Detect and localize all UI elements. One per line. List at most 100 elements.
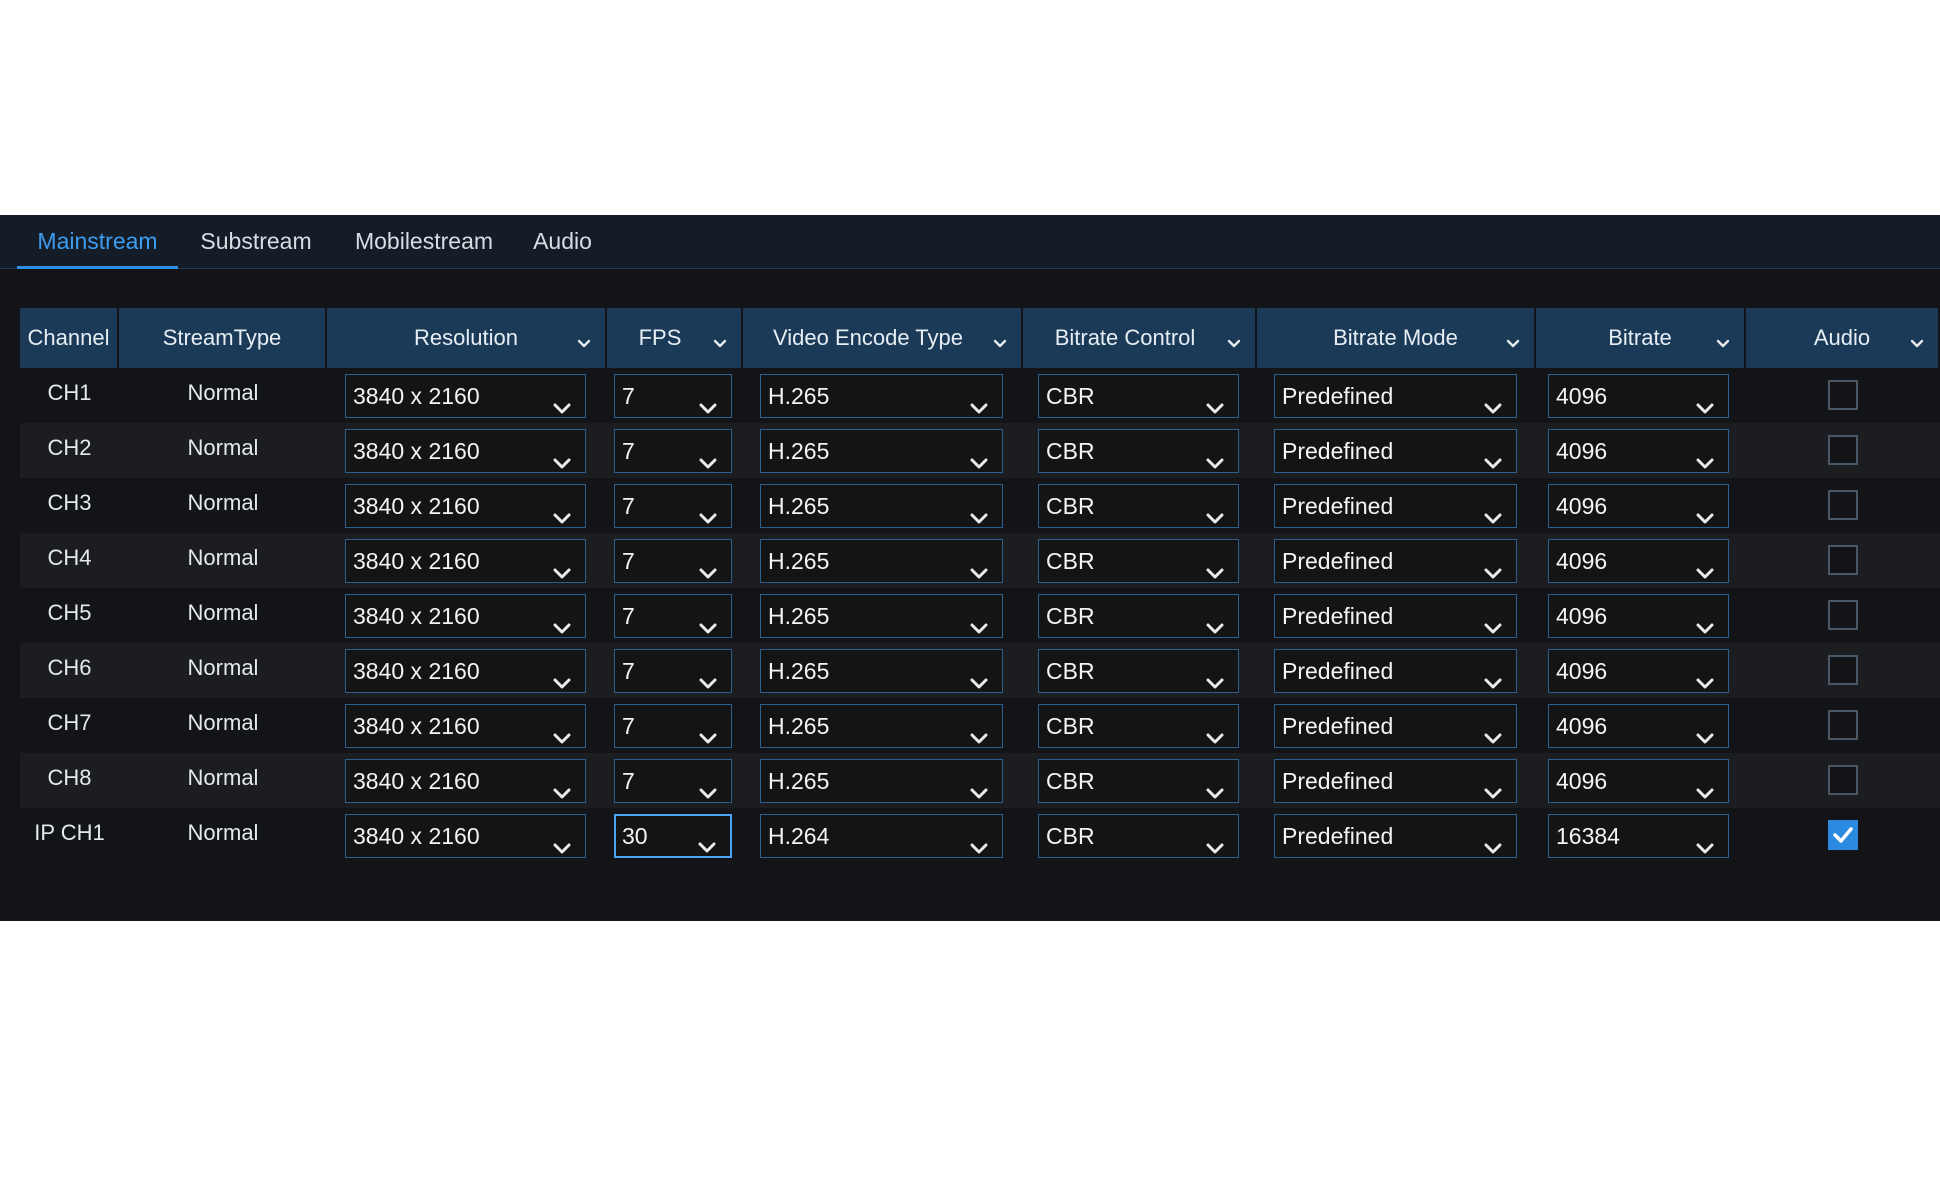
header-bitrate[interactable]: Bitrate xyxy=(1536,308,1746,368)
chevron-down-icon xyxy=(1206,828,1224,854)
header-audio[interactable]: Audio xyxy=(1746,308,1940,368)
audio-checkbox[interactable] xyxy=(1828,380,1858,410)
bitrate-mode-select[interactable]: Predefined xyxy=(1274,814,1517,858)
bitrate-control-select[interactable]: CBR xyxy=(1038,484,1239,528)
bitrate-mode-select[interactable]: Predefined xyxy=(1274,374,1517,418)
header-streamtype: StreamType xyxy=(119,308,327,368)
audio-checkbox[interactable] xyxy=(1828,490,1858,520)
bitrate-control-select[interactable]: CBR xyxy=(1038,594,1239,638)
stream-type: Normal xyxy=(187,380,259,405)
bitrate-control-select[interactable]: CBR xyxy=(1038,704,1239,748)
bitrate-select[interactable]: 4096 xyxy=(1548,484,1729,528)
bitrate-mode-select[interactable]: Predefined xyxy=(1274,539,1517,583)
chevron-down-icon[interactable] xyxy=(1227,331,1241,348)
fps-select[interactable]: 7 xyxy=(614,759,732,803)
bitrate-select-value: 4096 xyxy=(1556,438,1608,464)
bitrate-mode-select[interactable]: Predefined xyxy=(1274,759,1517,803)
resolution-select[interactable]: 3840 x 2160 xyxy=(345,374,586,418)
fps-select[interactable]: 7 xyxy=(614,484,732,528)
tab-mainstream[interactable]: Mainstream xyxy=(17,215,178,269)
encode-type-select[interactable]: H.265 xyxy=(760,759,1003,803)
chevron-down-icon xyxy=(1484,718,1502,744)
header-fps[interactable]: FPS xyxy=(607,308,743,368)
encode-type-select[interactable]: H.265 xyxy=(760,594,1003,638)
encode-type-select[interactable]: H.264 xyxy=(760,814,1003,858)
bitrate-control-select[interactable]: CBR xyxy=(1038,814,1239,858)
fps-select[interactable]: 7 xyxy=(614,429,732,473)
audio-checkbox[interactable] xyxy=(1828,655,1858,685)
bitrate-select[interactable]: 4096 xyxy=(1548,374,1729,418)
audio-checkbox[interactable] xyxy=(1828,710,1858,740)
bitrate-mode-select[interactable]: Predefined xyxy=(1274,429,1517,473)
channel-name: IP CH1 xyxy=(34,820,105,845)
resolution-select[interactable]: 3840 x 2160 xyxy=(345,429,586,473)
channel-name: CH5 xyxy=(47,600,92,625)
chevron-down-icon[interactable] xyxy=(713,331,727,348)
encode-type-select[interactable]: H.265 xyxy=(760,649,1003,693)
resolution-select[interactable]: 3840 x 2160 xyxy=(345,759,586,803)
header-resolution[interactable]: Resolution xyxy=(327,308,607,368)
fps-select[interactable]: 30 xyxy=(614,814,732,858)
encode-type-select-value: H.264 xyxy=(768,823,830,849)
chevron-down-icon[interactable] xyxy=(1910,331,1924,348)
bitrate-control-select-value: CBR xyxy=(1046,768,1095,794)
chevron-down-icon xyxy=(1206,498,1224,524)
bitrate-select[interactable]: 4096 xyxy=(1548,594,1729,638)
resolution-select[interactable]: 3840 x 2160 xyxy=(345,484,586,528)
encode-type-select[interactable]: H.265 xyxy=(760,374,1003,418)
chevron-down-icon xyxy=(1206,718,1224,744)
fps-select[interactable]: 7 xyxy=(614,539,732,583)
bitrate-mode-select[interactable]: Predefined xyxy=(1274,649,1517,693)
header-bitrate-mode[interactable]: Bitrate Mode xyxy=(1257,308,1536,368)
resolution-select[interactable]: 3840 x 2160 xyxy=(345,704,586,748)
header-bitrate-control[interactable]: Bitrate Control xyxy=(1023,308,1257,368)
chevron-down-icon[interactable] xyxy=(577,331,591,348)
encode-type-select-value: H.265 xyxy=(768,658,830,684)
fps-select[interactable]: 7 xyxy=(614,594,732,638)
bitrate-select[interactable]: 16384 xyxy=(1548,814,1729,858)
resolution-select[interactable]: 3840 x 2160 xyxy=(345,539,586,583)
encode-type-select[interactable]: H.265 xyxy=(760,429,1003,473)
bitrate-control-select[interactable]: CBR xyxy=(1038,759,1239,803)
encode-type-select[interactable]: H.265 xyxy=(760,539,1003,583)
fps-select[interactable]: 7 xyxy=(614,649,732,693)
tab-mobilestream[interactable]: Mobilestream xyxy=(343,215,505,268)
bitrate-select[interactable]: 4096 xyxy=(1548,539,1729,583)
fps-select[interactable]: 7 xyxy=(614,704,732,748)
bitrate-control-select[interactable]: CBR xyxy=(1038,374,1239,418)
fps-select-value: 7 xyxy=(622,438,635,464)
chevron-down-icon[interactable] xyxy=(993,331,1007,348)
bitrate-control-select[interactable]: CBR xyxy=(1038,539,1239,583)
encode-type-select[interactable]: H.265 xyxy=(760,704,1003,748)
audio-checkbox[interactable] xyxy=(1828,435,1858,465)
tab-substream[interactable]: Substream xyxy=(189,215,323,268)
stream-type: Normal xyxy=(187,600,259,625)
bitrate-select[interactable]: 4096 xyxy=(1548,704,1729,748)
bitrate-select[interactable]: 4096 xyxy=(1548,649,1729,693)
audio-checkbox[interactable] xyxy=(1828,600,1858,630)
bitrate-mode-select[interactable]: Predefined xyxy=(1274,704,1517,748)
resolution-select[interactable]: 3840 x 2160 xyxy=(345,814,586,858)
bitrate-select[interactable]: 4096 xyxy=(1548,759,1729,803)
chevron-down-icon xyxy=(970,718,988,744)
chevron-down-icon xyxy=(699,388,717,414)
chevron-down-icon xyxy=(970,608,988,634)
resolution-select[interactable]: 3840 x 2160 xyxy=(345,594,586,638)
tab-audio[interactable]: Audio xyxy=(525,215,600,268)
fps-select[interactable]: 7 xyxy=(614,374,732,418)
audio-checkbox[interactable] xyxy=(1828,545,1858,575)
channel-name: CH6 xyxy=(47,655,92,680)
encode-type-select[interactable]: H.265 xyxy=(760,484,1003,528)
chevron-down-icon[interactable] xyxy=(1716,331,1730,348)
bitrate-mode-select[interactable]: Predefined xyxy=(1274,484,1517,528)
audio-checkbox[interactable] xyxy=(1828,820,1858,850)
bitrate-control-select[interactable]: CBR xyxy=(1038,429,1239,473)
bitrate-mode-select[interactable]: Predefined xyxy=(1274,594,1517,638)
table-row: CH3 Normal 3840 x 2160 7 H.265 CBR Predefined 4… xyxy=(20,478,1940,533)
audio-checkbox[interactable] xyxy=(1828,765,1858,795)
bitrate-select[interactable]: 4096 xyxy=(1548,429,1729,473)
header-video-encode-type[interactable]: Video Encode Type xyxy=(743,308,1023,368)
chevron-down-icon[interactable] xyxy=(1506,331,1520,348)
bitrate-control-select[interactable]: CBR xyxy=(1038,649,1239,693)
resolution-select[interactable]: 3840 x 2160 xyxy=(345,649,586,693)
